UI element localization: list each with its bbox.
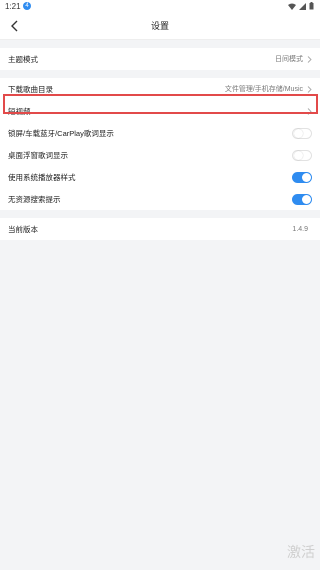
setting-lockscreen-lyrics: 锁屏/车载蓝牙/CarPlay歌词显示 <box>0 122 320 144</box>
lockscreen-lyrics-toggle[interactable] <box>292 127 312 139</box>
settings-group-theme: 主题模式 日间模式 <box>0 48 320 70</box>
setting-label: 使用系统播放器样式 <box>8 172 76 182</box>
setting-value: 文件管理/手机存储/Music <box>224 86 303 93</box>
settings-group-main: 下载歌曲目录 文件管理/手机存储/Music 短视频 锁屏/车载蓝牙/CarPl… <box>0 78 320 210</box>
setting-current-version: 当前版本 1.4.9 <box>0 218 320 240</box>
status-bar: 1:21 4 <box>0 0 320 13</box>
setting-desktop-lyrics: 桌面浮窗歌词显示 <box>0 144 320 166</box>
settings-group-version: 当前版本 1.4.9 <box>0 218 320 240</box>
chevron-right-icon <box>307 85 312 93</box>
setting-value: 日间模式 <box>275 56 303 63</box>
notification-badge: 4 <box>23 2 31 10</box>
status-time: 1:21 <box>5 2 21 11</box>
setting-no-resource-hint: 无资源搜索提示 <box>0 188 320 210</box>
version-value: 1.4.9 <box>292 225 308 233</box>
setting-short-video[interactable]: 短视频 <box>0 100 320 122</box>
setting-label: 锁屏/车载蓝牙/CarPlay歌词显示 <box>8 128 114 138</box>
toggle-knob <box>294 150 303 160</box>
setting-label: 无资源搜索提示 <box>8 194 61 204</box>
no-resource-hint-toggle[interactable] <box>292 193 312 205</box>
signal-icon <box>299 2 306 10</box>
setting-label: 桌面浮窗歌词显示 <box>8 150 68 160</box>
toggle-knob <box>294 128 303 138</box>
setting-label: 下载歌曲目录 <box>8 84 53 94</box>
battery-icon <box>309 2 314 10</box>
setting-label: 短视频 <box>8 106 31 116</box>
toggle-knob <box>302 194 311 204</box>
chevron-right-icon <box>307 107 312 115</box>
toggle-knob <box>302 172 311 182</box>
wifi-icon <box>288 3 296 10</box>
system-player-style-toggle[interactable] <box>292 171 312 183</box>
setting-label: 当前版本 <box>8 224 38 234</box>
setting-theme-mode[interactable]: 主题模式 日间模式 <box>0 48 320 70</box>
setting-download-dir[interactable]: 下载歌曲目录 文件管理/手机存储/Music <box>0 78 320 100</box>
desktop-lyrics-toggle[interactable] <box>292 149 312 161</box>
status-icons <box>288 2 314 10</box>
setting-label: 主题模式 <box>8 54 38 64</box>
activation-watermark: 激活 <box>287 544 315 560</box>
chevron-right-icon <box>307 55 312 63</box>
setting-system-player-style: 使用系统播放器样式 <box>0 166 320 188</box>
page-title: 设置 <box>150 21 169 31</box>
nav-bar: 设置 <box>0 13 320 40</box>
